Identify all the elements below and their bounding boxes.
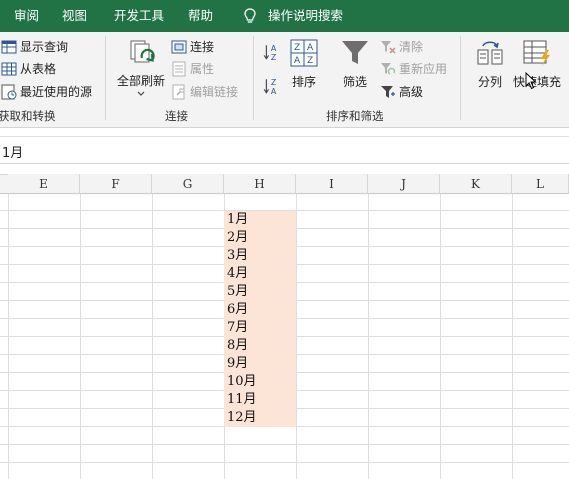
cell-h-3[interactable]: 3月 [224, 247, 296, 265]
sort-descending-button[interactable]: Z A [263, 75, 281, 95]
edit-links-label: 编辑链接 [190, 85, 239, 99]
svg-text:Z: Z [271, 53, 277, 61]
sort-ascending-icon: A Z [263, 44, 277, 61]
flash-fill-label: 快速填充 [513, 75, 562, 89]
recent-sources-label: 最近使用的源 [20, 85, 93, 99]
clear-filter-label: 清除 [399, 40, 424, 54]
group-label-connections: 连接 [165, 109, 188, 123]
reapply-label: 重新应用 [399, 62, 448, 76]
advanced-filter-icon [381, 86, 395, 98]
cell-h-1[interactable]: 1月 [224, 211, 296, 229]
from-table-label: 从表格 [20, 62, 57, 76]
group-divider [105, 36, 106, 120]
table-icon [1, 62, 17, 76]
cell-h-10[interactable]: 10月 [224, 373, 296, 391]
tell-me-search[interactable]: 操作说明搜索 [268, 0, 343, 32]
svg-text:A: A [271, 87, 277, 95]
sort-icon: Z A A Z [290, 39, 318, 67]
text-to-columns-button[interactable]: 分列 [472, 38, 508, 98]
group-label-sort-filter: 排序和筛选 [326, 109, 384, 123]
cell-h-12[interactable]: 12月 [224, 409, 296, 427]
cell-h-5[interactable]: 5月 [224, 283, 296, 301]
column-header-e[interactable]: E [8, 174, 80, 194]
cell-h-6[interactable]: 6月 [224, 301, 296, 319]
svg-text:A: A [294, 56, 301, 66]
cell-h-11[interactable]: 11月 [224, 391, 296, 409]
formula-bar-value[interactable]: 1月 [2, 142, 23, 161]
ribbon-data: 显示查询 从表格 最近使用的源 获取和转换 全部刷新 连接 属性 编辑链接 连接… [0, 32, 569, 128]
tab-developer[interactable]: 开发工具 [114, 0, 164, 32]
refresh-all-icon [130, 40, 155, 63]
filter-button[interactable]: 筛选 [337, 38, 373, 98]
show-queries-label: 显示查询 [20, 40, 69, 54]
cell-h-4[interactable]: 4月 [224, 265, 296, 283]
cell-h-7[interactable]: 7月 [224, 319, 296, 337]
text-to-columns-icon [477, 41, 503, 65]
flash-fill-button[interactable]: 快速填充 [513, 38, 561, 98]
svg-text:A: A [271, 44, 277, 53]
table-query-icon [1, 40, 17, 54]
worksheet-grid[interactable]: 1月 2月 3月 4月 5月 6月 7月 8月 9月 10月 11月 12月 [0, 194, 569, 479]
svg-text:Z: Z [271, 78, 277, 87]
column-header-g[interactable]: G [152, 174, 224, 194]
svg-text:A: A [307, 43, 314, 53]
group-label-get-transform: 获取和转换 [0, 109, 56, 123]
chevron-down-icon[interactable] [137, 91, 145, 97]
tab-view[interactable]: 视图 [62, 0, 87, 32]
tab-help[interactable]: 帮助 [188, 0, 213, 32]
column-header-l[interactable]: L [512, 174, 569, 194]
column-header-h[interactable]: H [224, 174, 296, 194]
lightbulb-icon[interactable] [241, 7, 259, 25]
svg-text:Z: Z [294, 43, 300, 53]
formula-bar[interactable]: 1月 [0, 136, 569, 164]
refresh-all-label: 全部刷新 [116, 74, 165, 88]
sort-ascending-button[interactable]: A Z [263, 41, 281, 61]
svg-text:Z: Z [307, 56, 313, 66]
sort-button[interactable]: Z A A Z 排序 [286, 38, 322, 98]
clear-filter-icon [381, 41, 396, 54]
sort-label: 排序 [291, 75, 316, 89]
text-to-columns-label: 分列 [477, 75, 502, 89]
column-header-i[interactable]: I [296, 174, 368, 194]
filter-label: 筛选 [342, 75, 367, 89]
cell-h-2[interactable]: 2月 [224, 229, 296, 247]
properties-icon [172, 61, 186, 77]
cell-h-8[interactable]: 8月 [224, 337, 296, 355]
advanced-filter-label: 高级 [399, 85, 424, 99]
recent-source-icon [1, 84, 17, 100]
funnel-icon [342, 41, 368, 64]
cell-h-9[interactable]: 9月 [224, 355, 296, 373]
column-header-k[interactable]: K [440, 174, 512, 194]
ribbon-tab-bar: 审阅 视图 开发工具 帮助 操作说明搜索 [0, 0, 569, 32]
column-header-j[interactable]: J [368, 174, 440, 194]
properties-label: 属性 [190, 62, 215, 76]
group-divider [460, 36, 461, 120]
sort-descending-icon: Z A [263, 78, 277, 95]
flash-fill-icon [523, 40, 550, 66]
connections-label: 连接 [190, 40, 215, 54]
reapply-icon [381, 63, 396, 75]
edit-links-icon [172, 84, 185, 100]
tab-review[interactable]: 审阅 [14, 0, 39, 32]
refresh-all-button[interactable]: 全部刷新 [112, 38, 170, 102]
mouse-pointer-icon [525, 72, 537, 90]
group-divider [253, 36, 254, 120]
column-header-f[interactable]: F [80, 174, 152, 194]
connections-icon [171, 40, 187, 54]
